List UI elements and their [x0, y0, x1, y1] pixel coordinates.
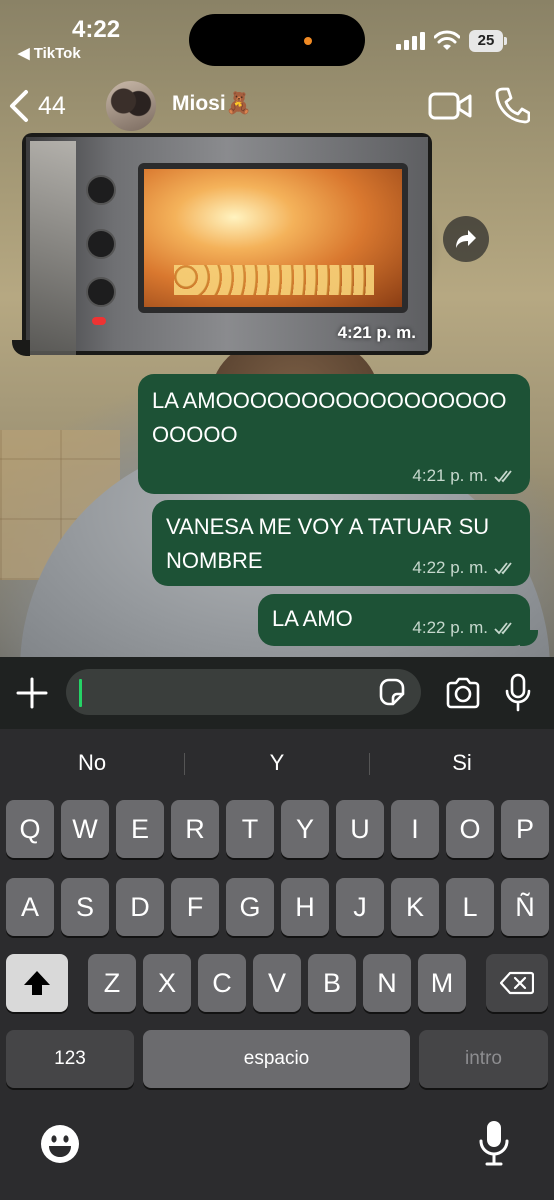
key-c[interactable]: C [198, 954, 246, 1012]
key-f[interactable]: F [171, 878, 219, 936]
image-message[interactable]: 4:21 p. m. [22, 133, 432, 355]
key-m[interactable]: M [418, 954, 466, 1012]
message-time: 4:21 p. m. [412, 466, 488, 485]
suggestion-bar: No Y Si [0, 739, 554, 787]
delete-key[interactable] [486, 954, 548, 1012]
cellular-signal-icon [396, 32, 426, 50]
key-enye[interactable]: Ñ [501, 878, 549, 936]
key-h[interactable]: H [281, 878, 329, 936]
message-meta: 4:21 p. m. [412, 466, 516, 486]
key-d[interactable]: D [116, 878, 164, 936]
sticker-icon[interactable] [377, 678, 405, 706]
message-composer [0, 657, 554, 729]
video-call-icon[interactable] [428, 90, 472, 122]
keyboard: No Y Si Q W E R T Y U I O P A S D F G H … [0, 729, 554, 1200]
double-check-icon [494, 470, 512, 483]
back-button[interactable]: 44 [8, 86, 66, 126]
key-x[interactable]: X [143, 954, 191, 1012]
forward-arrow-icon [456, 230, 476, 248]
numbers-key[interactable]: 123 [6, 1030, 134, 1088]
unread-count: 44 [38, 91, 66, 120]
message-input[interactable] [66, 669, 421, 715]
key-p[interactable]: P [501, 800, 549, 858]
space-key[interactable]: espacio [143, 1030, 410, 1088]
key-i[interactable]: I [391, 800, 439, 858]
key-b[interactable]: B [308, 954, 356, 1012]
phone-call-icon[interactable] [494, 86, 530, 124]
message-meta: 4:22 p. m. [412, 558, 516, 578]
key-z[interactable]: Z [88, 954, 136, 1012]
key-r[interactable]: R [171, 800, 219, 858]
oven-photo [26, 137, 428, 355]
key-t[interactable]: T [226, 800, 274, 858]
backspace-icon [499, 971, 535, 995]
key-l[interactable]: L [446, 878, 494, 936]
message-time: 4:22 p. m. [412, 618, 488, 637]
text-caret [79, 679, 82, 707]
key-a[interactable]: A [6, 878, 54, 936]
message-text: LA AMOOOOOOOOOOOOOOOOOOOOOO [152, 388, 507, 447]
key-s[interactable]: S [61, 878, 109, 936]
key-e[interactable]: E [116, 800, 164, 858]
plus-icon[interactable] [14, 675, 50, 711]
key-k[interactable]: K [391, 878, 439, 936]
battery-level: 25 [469, 30, 503, 52]
chevron-left-icon [10, 90, 28, 122]
battery-icon: 25 [469, 30, 507, 52]
contact-name[interactable]: Miosi🧸 [172, 92, 252, 116]
outgoing-message[interactable]: LA AMO 4:22 p. m. [258, 594, 530, 646]
dictation-mic-icon[interactable] [478, 1119, 510, 1167]
shift-arrow-icon [24, 971, 50, 995]
key-n[interactable]: N [363, 954, 411, 1012]
outgoing-message[interactable]: LA AMOOOOOOOOOOOOOOOOOOOOOO 4:21 p. m. [138, 374, 530, 494]
contact-avatar[interactable] [106, 81, 156, 131]
return-key[interactable]: intro [419, 1030, 548, 1088]
message-time: 4:22 p. m. [412, 558, 488, 577]
suggestion-item[interactable]: No [0, 739, 184, 787]
key-o[interactable]: O [446, 800, 494, 858]
back-to-app-link[interactable]: ◀ TikTok [18, 44, 81, 62]
suggestion-item[interactable]: Y [185, 739, 369, 787]
suggestion-item[interactable]: Si [370, 739, 554, 787]
dynamic-island [189, 14, 365, 66]
double-check-icon [494, 622, 512, 635]
key-g[interactable]: G [226, 878, 274, 936]
key-w[interactable]: W [61, 800, 109, 858]
privacy-indicator-dot [304, 37, 312, 45]
forward-button[interactable] [443, 216, 489, 262]
status-time: 4:22 [72, 16, 121, 43]
chat-header: 44 Miosi🧸 [0, 70, 554, 140]
double-check-icon [494, 562, 512, 575]
message-meta: 4:22 p. m. [412, 618, 516, 638]
microphone-icon[interactable] [504, 673, 532, 713]
key-u[interactable]: U [336, 800, 384, 858]
key-q[interactable]: Q [6, 800, 54, 858]
wifi-icon [434, 30, 460, 50]
key-j[interactable]: J [336, 878, 384, 936]
outgoing-message[interactable]: VANESA ME VOY A TATUAR SU NOMBRE 4:22 p.… [152, 500, 530, 586]
status-bar: 4:22 ◀ TikTok 25 [0, 0, 554, 70]
emoji-icon[interactable] [40, 1124, 80, 1164]
message-time: 4:21 p. m. [337, 323, 416, 342]
shift-key[interactable] [6, 954, 68, 1012]
camera-icon[interactable] [445, 677, 481, 709]
key-v[interactable]: V [253, 954, 301, 1012]
key-y[interactable]: Y [281, 800, 329, 858]
